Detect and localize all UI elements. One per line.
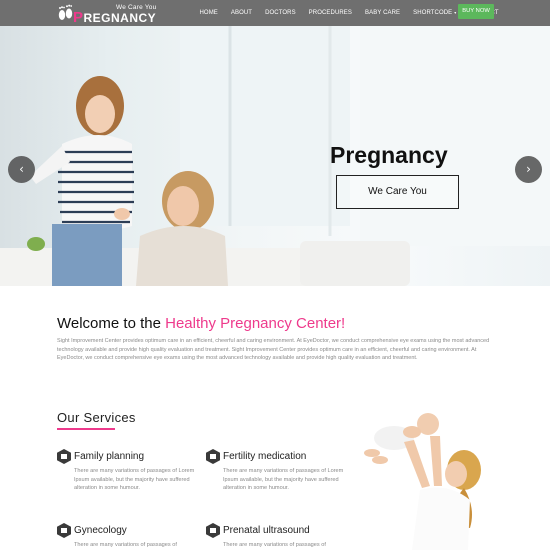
welcome-body: Sight Improvement Center provides optimu… — [57, 338, 490, 361]
hexagon-icon — [206, 449, 220, 464]
service-title: Fertility medication — [223, 451, 307, 462]
service-prenatal-ultrasound[interactable]: Prenatal ultrasound There are many varia… — [206, 523, 356, 550]
nav-about[interactable]: ABOUT — [224, 0, 258, 26]
service-description: There are many variations of passages of… — [223, 468, 344, 491]
logo-initial: P — [73, 9, 84, 26]
services-heading: Our Services — [57, 410, 136, 425]
hero-cta-button[interactable]: We Care You — [336, 175, 459, 209]
welcome-heading-accent: Healthy Pregnancy Center! — [165, 315, 346, 332]
nav-shortcode-label: SHORTCODE — [413, 10, 453, 16]
service-title: Family planning — [74, 451, 145, 462]
chevron-right-icon[interactable]: › — [515, 156, 542, 183]
buy-now-button[interactable]: BUY NOW — [458, 4, 494, 19]
service-title: Prenatal ultrasound — [223, 525, 310, 536]
chevron-down-icon: ▾ — [454, 10, 457, 15]
site-logo[interactable]: We Care You PREGNANCY — [56, 3, 156, 26]
nav-home[interactable]: HOME — [193, 0, 224, 26]
nav-doctors[interactable]: DOCTORS — [259, 0, 303, 26]
chevron-left-icon[interactable]: ‹ — [8, 156, 35, 183]
hero-slider: Pregnancy We Care You ‹ › — [0, 26, 550, 286]
service-description: There are many variations of passages of — [223, 542, 326, 548]
logo-wordmark: PREGNANCY — [73, 9, 156, 26]
service-fertility-medication[interactable]: Fertility medication There are many vari… — [206, 449, 356, 499]
service-gynecology[interactable]: Gynecology There are many variations of … — [57, 523, 207, 550]
mother-and-baby-image — [364, 413, 481, 550]
site-header: We Care You PREGNANCY HOME ABOUT DOCTORS… — [0, 0, 550, 26]
hexagon-icon — [206, 523, 220, 538]
logo-name-rest: REGNANCY — [83, 11, 157, 25]
welcome-heading: Welcome to the Healthy Pregnancy Center! — [57, 314, 345, 334]
service-description: There are many variations of passages of… — [74, 468, 195, 491]
hexagon-icon — [57, 449, 71, 464]
welcome-heading-plain: Welcome to the — [57, 315, 166, 332]
nav-procedures[interactable]: PROCEDURES — [302, 0, 358, 26]
hero-title: Pregnancy — [330, 142, 448, 168]
services-heading-underline — [57, 428, 115, 430]
service-family-planning[interactable]: Family planning There are many variation… — [57, 449, 207, 499]
nav-baby-care[interactable]: BABY CARE — [359, 0, 407, 26]
service-description: There are many variations of passages of — [74, 542, 177, 548]
hero-photo — [0, 26, 550, 286]
service-title: Gynecology — [74, 525, 127, 536]
nav-shortcode[interactable]: SHORTCODE ▾ — [407, 0, 463, 26]
hexagon-icon — [57, 523, 71, 538]
